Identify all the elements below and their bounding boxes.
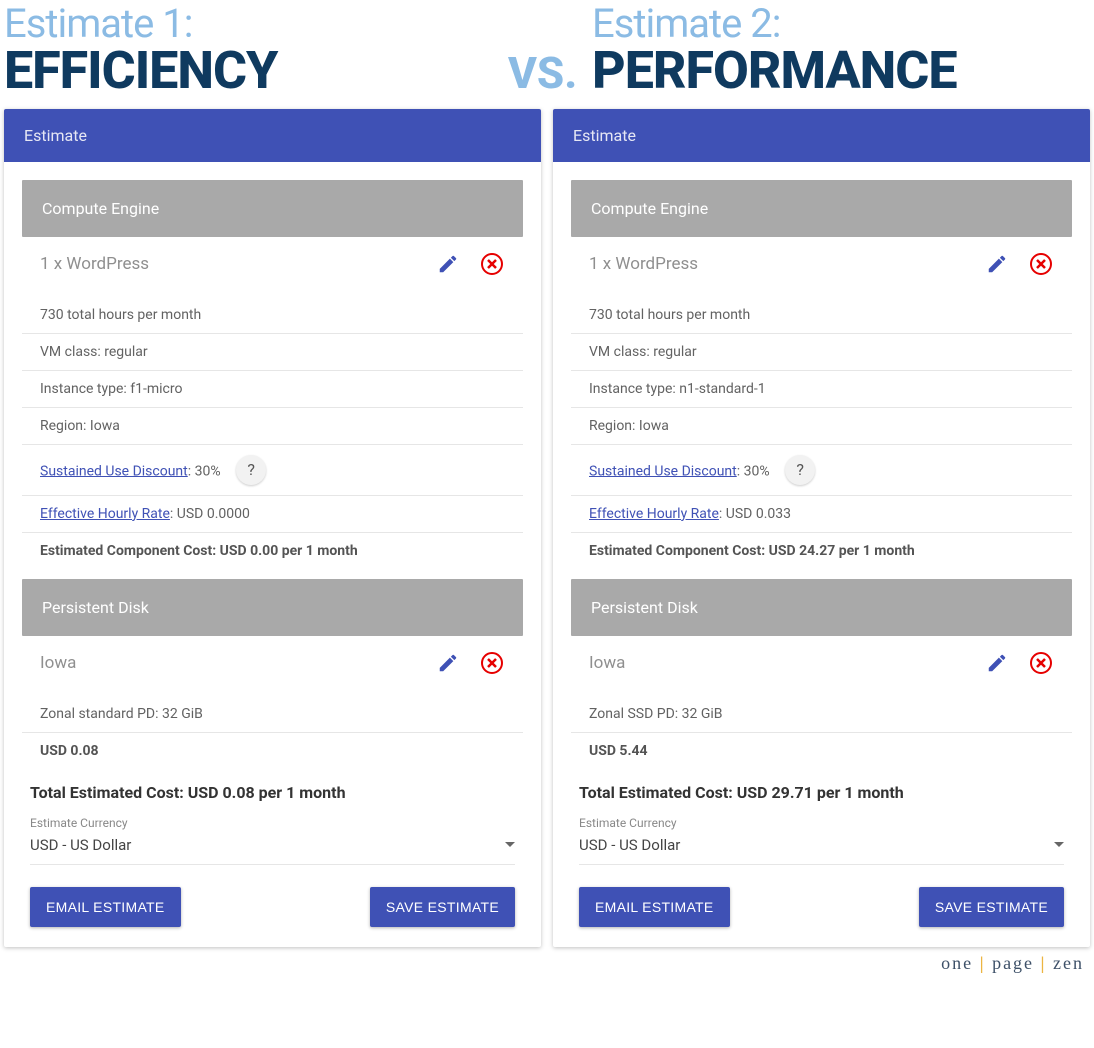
- total-cost: Total Estimated Cost: USD 0.08 per 1 mon…: [30, 769, 515, 810]
- card-header: Estimate: [553, 109, 1090, 162]
- ehr-link[interactable]: Effective Hourly Rate: [589, 506, 719, 522]
- region-row: Region: Iowa: [571, 408, 1072, 445]
- ehr-row: Effective Hourly Rate: USD 0.0000: [22, 496, 523, 533]
- compute-section-header: Compute Engine: [22, 180, 523, 237]
- resource-title: 1 x WordPress: [40, 254, 417, 274]
- hours-row: 730 total hours per month: [571, 297, 1072, 334]
- estimate-1-label: Estimate 1:: [4, 4, 502, 44]
- sud-row: Sustained Use Discount: 30% ?: [571, 445, 1072, 496]
- close-icon[interactable]: [1028, 650, 1054, 676]
- disk-cost-row: USD 5.44: [571, 733, 1072, 769]
- close-icon[interactable]: [479, 251, 505, 277]
- chevron-down-icon: [505, 842, 515, 847]
- estimate-2-label: Estimate 2:: [592, 4, 1090, 44]
- help-icon[interactable]: ?: [785, 455, 815, 485]
- comparison-header: Estimate 1: EFFICIENCY VS. Estimate 2: P…: [4, 4, 1090, 99]
- close-icon[interactable]: [479, 650, 505, 676]
- currency-label: Estimate Currency: [579, 810, 1064, 830]
- save-estimate-button[interactable]: SAVE ESTIMATE: [370, 887, 515, 927]
- instance-type-row: Instance type: n1-standard-1: [571, 371, 1072, 408]
- currency-select[interactable]: USD - US Dollar: [579, 830, 1064, 865]
- currency-value: USD - US Dollar: [30, 836, 131, 854]
- sud-row: Sustained Use Discount: 30% ?: [22, 445, 523, 496]
- currency-label: Estimate Currency: [30, 810, 515, 830]
- compute-section-header: Compute Engine: [571, 180, 1072, 237]
- close-icon[interactable]: [1028, 251, 1054, 277]
- component-cost-row: Estimated Component Cost: USD 24.27 per …: [571, 533, 1072, 569]
- ehr-row: Effective Hourly Rate: USD 0.033: [571, 496, 1072, 533]
- total-cost: Total Estimated Cost: USD 29.71 per 1 mo…: [579, 769, 1064, 810]
- sud-link[interactable]: Sustained Use Discount: [589, 463, 737, 479]
- resource-title: 1 x WordPress: [589, 254, 966, 274]
- estimate-1-name: EFFICIENCY: [4, 44, 502, 99]
- disk-region-title: Iowa: [40, 653, 417, 673]
- brand-footer: one | page | zen: [4, 947, 1090, 974]
- estimate-card: Estimate Compute Engine 1 x WordPress 73…: [4, 109, 541, 947]
- email-estimate-button[interactable]: EMAIL ESTIMATE: [579, 887, 730, 927]
- currency-select[interactable]: USD - US Dollar: [30, 830, 515, 865]
- disk-section-header: Persistent Disk: [22, 579, 523, 636]
- pencil-icon[interactable]: [984, 650, 1010, 676]
- card-header: Estimate: [4, 109, 541, 162]
- disk-region-title: Iowa: [589, 653, 966, 673]
- region-row: Region: Iowa: [22, 408, 523, 445]
- currency-value: USD - US Dollar: [579, 836, 680, 854]
- hours-row: 730 total hours per month: [22, 297, 523, 334]
- sud-link[interactable]: Sustained Use Discount: [40, 463, 188, 479]
- disk-desc-row: Zonal SSD PD: 32 GiB: [571, 696, 1072, 733]
- chevron-down-icon: [1054, 842, 1064, 847]
- help-icon[interactable]: ?: [236, 455, 266, 485]
- pencil-icon[interactable]: [435, 251, 461, 277]
- pencil-icon[interactable]: [984, 251, 1010, 277]
- vs-label: VS.: [508, 47, 577, 99]
- vm-class-row: VM class: regular: [571, 334, 1072, 371]
- email-estimate-button[interactable]: EMAIL ESTIMATE: [30, 887, 181, 927]
- disk-section-header: Persistent Disk: [571, 579, 1072, 636]
- component-cost-row: Estimated Component Cost: USD 0.00 per 1…: [22, 533, 523, 569]
- estimate-card: Estimate Compute Engine 1 x WordPress 73…: [553, 109, 1090, 947]
- estimate-2-name: PERFORMANCE: [592, 44, 1090, 99]
- ehr-link[interactable]: Effective Hourly Rate: [40, 506, 170, 522]
- disk-cost-row: USD 0.08: [22, 733, 523, 769]
- instance-type-row: Instance type: f1-micro: [22, 371, 523, 408]
- disk-desc-row: Zonal standard PD: 32 GiB: [22, 696, 523, 733]
- save-estimate-button[interactable]: SAVE ESTIMATE: [919, 887, 1064, 927]
- pencil-icon[interactable]: [435, 650, 461, 676]
- vm-class-row: VM class: regular: [22, 334, 523, 371]
